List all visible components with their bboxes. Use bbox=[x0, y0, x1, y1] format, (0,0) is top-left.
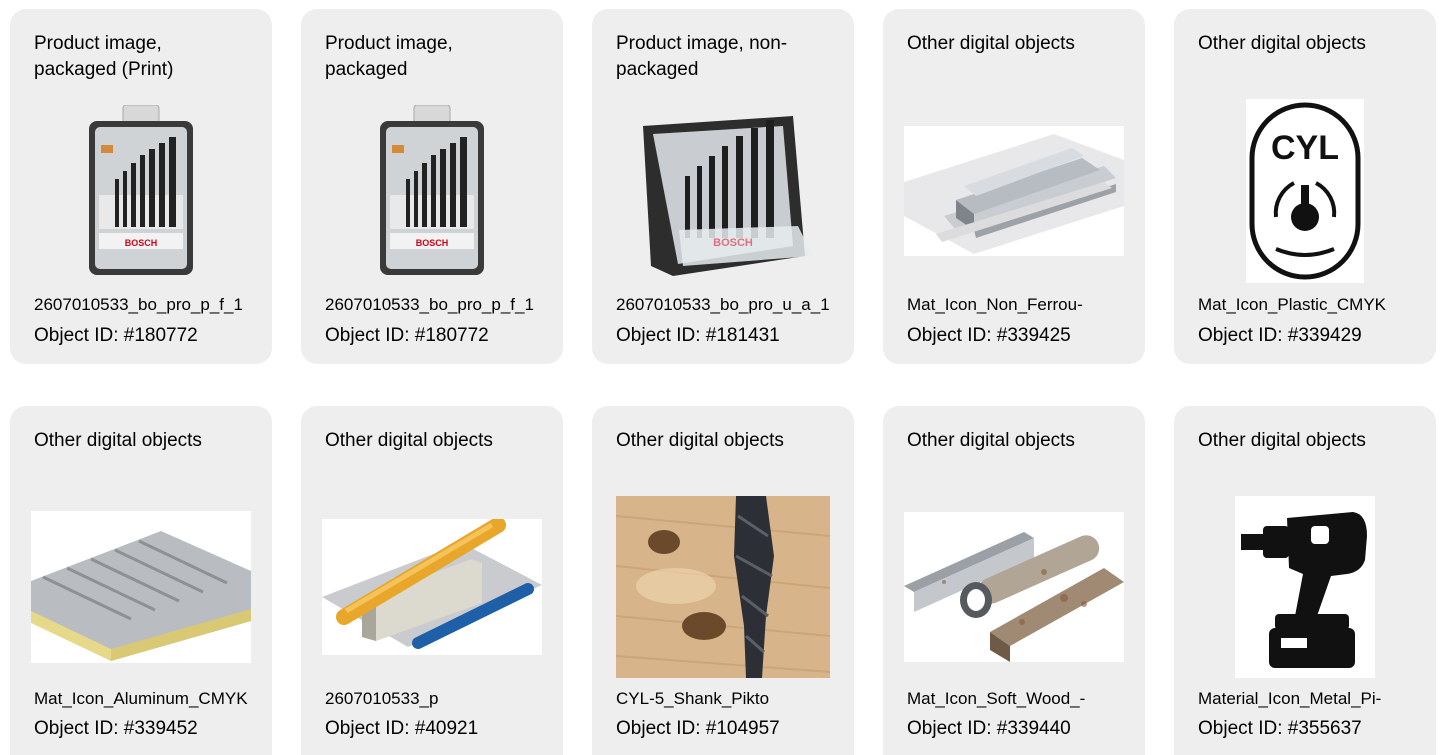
drill-in-wood-image bbox=[616, 496, 830, 678]
plastic-pipes-image bbox=[322, 519, 542, 655]
product-thumbnail[interactable] bbox=[1174, 492, 1436, 682]
product-thumbnail[interactable]: BOSCH bbox=[301, 101, 563, 281]
asset-object-id: Object ID: #104957 bbox=[616, 718, 780, 739]
asset-object-id: Object ID: #339429 bbox=[1198, 325, 1362, 346]
asset-category: Other digital objects bbox=[325, 430, 493, 451]
product-thumbnail[interactable] bbox=[301, 492, 563, 682]
asset-filename: Mat_Icon_Non_Ferrou- bbox=[907, 295, 1083, 314]
asset-filename: Mat_Icon_Soft_Wood_- bbox=[907, 689, 1086, 708]
svg-text:CYL: CYL bbox=[1271, 129, 1339, 167]
asset-card-10[interactable]: Other digital objects Material_Icon_Meta… bbox=[1174, 406, 1436, 755]
asset-category: Other digital objects bbox=[907, 33, 1075, 54]
asset-object-id: Object ID: #181431 bbox=[616, 325, 780, 346]
asset-card-1[interactable]: Product image, packaged (Print) BOSCH 26… bbox=[10, 9, 272, 364]
drill-bit-set-packaged-image: BOSCH bbox=[89, 105, 193, 275]
asset-filename: Material_Icon_Metal_Pi- bbox=[1198, 689, 1382, 708]
product-thumbnail[interactable] bbox=[883, 492, 1145, 682]
sandwich-panel-image bbox=[31, 511, 251, 663]
asset-card-9[interactable]: Other digital objects Mat_Icon_Soft_Wood… bbox=[883, 406, 1145, 755]
asset-object-id: Object ID: #339440 bbox=[907, 718, 1071, 739]
asset-filename: 2607010533_bo_pro_p_f_1 bbox=[34, 295, 243, 314]
brand-logo: BOSCH bbox=[416, 238, 449, 248]
asset-card-8[interactable]: Other digital objects CYL-5_Shank_Pikto … bbox=[592, 406, 854, 755]
product-thumbnail[interactable] bbox=[592, 492, 854, 682]
asset-card-2[interactable]: Product image, packaged BOSCH 2607010533… bbox=[301, 9, 563, 364]
asset-card-7[interactable]: Other digital objects 2607010533_p Objec… bbox=[301, 406, 563, 755]
asset-card-5[interactable]: Other digital objects CYL Mat_Icon_Plast… bbox=[1174, 9, 1436, 364]
asset-category: Product image, packaged (Print) bbox=[34, 33, 174, 80]
asset-object-id: Object ID: #180772 bbox=[325, 325, 489, 346]
asset-filename: Mat_Icon_Aluminum_CMYK bbox=[34, 689, 248, 708]
cordless-drill-pictogram-icon bbox=[1235, 496, 1375, 678]
asset-category: Other digital objects bbox=[616, 430, 784, 451]
asset-object-id: Object ID: #339425 bbox=[907, 325, 1071, 346]
drill-bit-set-packaged-image: BOSCH bbox=[380, 105, 484, 275]
brand-logo: BOSCH bbox=[713, 237, 753, 249]
product-thumbnail[interactable]: BOSCH bbox=[10, 101, 272, 281]
drill-bit-set-open-case-image: BOSCH bbox=[643, 116, 813, 276]
asset-object-id: Object ID: #355637 bbox=[1198, 718, 1362, 739]
brand-logo: BOSCH bbox=[125, 238, 158, 248]
product-thumbnail[interactable] bbox=[883, 101, 1145, 281]
asset-filename: 2607010533_bo_pro_u_a_1 bbox=[616, 295, 830, 314]
asset-card-3[interactable]: Product image, non-packaged BOSCH 260701… bbox=[592, 9, 854, 364]
asset-object-id: Object ID: #180772 bbox=[34, 325, 198, 346]
asset-card-6[interactable]: Other digital objects Mat_Icon_Aluminum_… bbox=[10, 406, 272, 755]
asset-filename: CYL-5_Shank_Pikto bbox=[616, 689, 770, 708]
asset-category: Other digital objects bbox=[907, 430, 1075, 451]
asset-category: Product image, non-packaged bbox=[616, 33, 788, 80]
product-thumbnail[interactable] bbox=[10, 492, 272, 682]
asset-category: Product image, packaged bbox=[325, 33, 453, 80]
asset-object-id: Object ID: #40921 bbox=[325, 718, 479, 739]
aluminum-profile-image bbox=[904, 126, 1124, 256]
asset-category: Other digital objects bbox=[1198, 33, 1366, 54]
product-thumbnail[interactable]: BOSCH bbox=[592, 101, 854, 281]
asset-filename: 2607010533_bo_pro_p_f_1 bbox=[325, 295, 534, 314]
asset-card-4[interactable]: Other digital objects Mat_Icon_Non_Ferro… bbox=[883, 9, 1145, 364]
cyl-shank-pictogram-icon: CYL bbox=[1246, 99, 1364, 283]
steel-profiles-image bbox=[904, 512, 1124, 662]
asset-object-id: Object ID: #339452 bbox=[34, 718, 198, 739]
asset-category: Other digital objects bbox=[1198, 430, 1366, 451]
asset-filename: Mat_Icon_Plastic_CMYK bbox=[1198, 295, 1387, 314]
product-thumbnail[interactable]: CYL bbox=[1174, 99, 1436, 283]
asset-category: Other digital objects bbox=[34, 430, 202, 451]
asset-filename: 2607010533_p bbox=[325, 689, 439, 708]
